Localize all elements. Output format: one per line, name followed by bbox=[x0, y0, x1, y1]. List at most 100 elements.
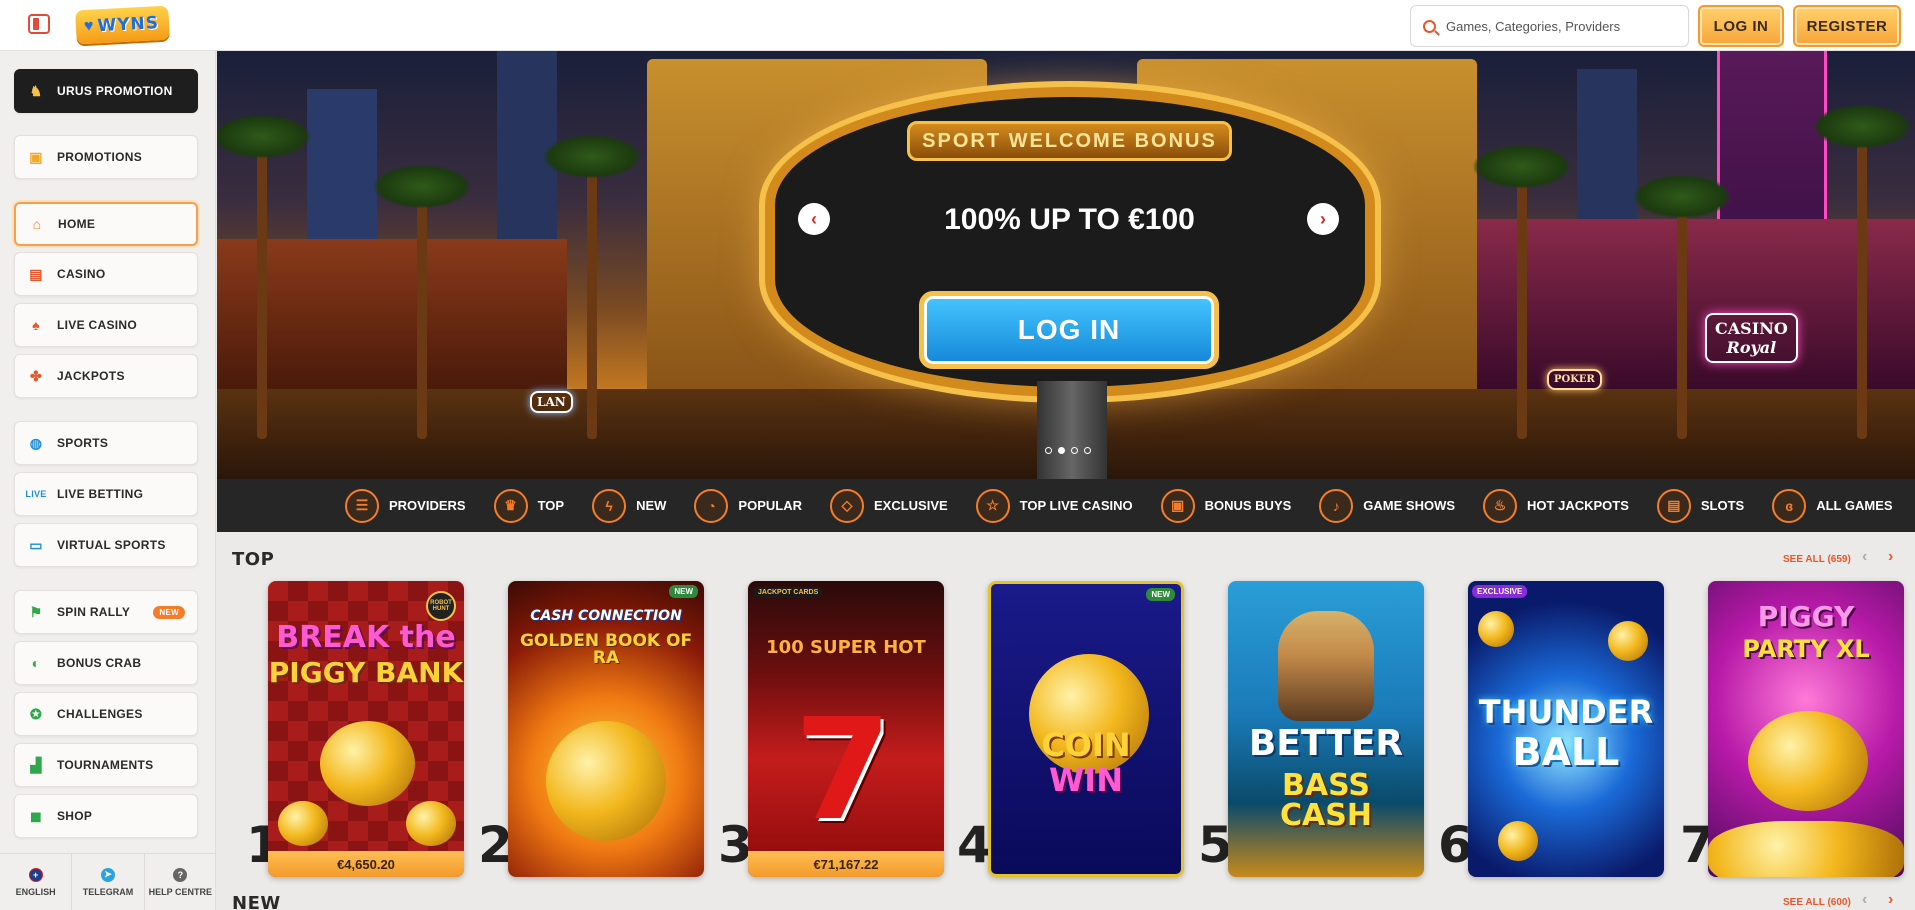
search-input[interactable] bbox=[1446, 18, 1666, 34]
hero-banner[interactable]: CASINO Royal LAN POKER SPORT WELCOME BON… bbox=[217, 51, 1915, 479]
sidebar-item-shop[interactable]: ◼ SHOP bbox=[14, 794, 198, 838]
help-centre-link[interactable]: ? HELP CENTRE bbox=[145, 854, 216, 910]
sidebar-item-tournaments[interactable]: ▟ TOURNAMENTS bbox=[14, 743, 198, 787]
category-label: EXCLUSIVE bbox=[873, 498, 948, 513]
sidebar-item-casino[interactable]: ▤ CASINO bbox=[14, 252, 198, 296]
game-title-line-2: GOLDEN BOOK OF RA bbox=[519, 631, 693, 668]
palm-tree bbox=[1472, 144, 1572, 439]
sidebar-item-live-betting[interactable]: LIVE LIVE BETTING bbox=[14, 472, 198, 516]
casino-royal-sign: CASINO Royal bbox=[1705, 313, 1798, 363]
sidebar-item-label: LIVE BETTING bbox=[57, 487, 144, 501]
category-popular[interactable]: ◔ POPULAR bbox=[694, 488, 802, 523]
see-all-top-link[interactable]: SEE ALL (659) bbox=[1783, 554, 1851, 565]
new-prev-button[interactable]: ‹ bbox=[1862, 891, 1867, 909]
sidebar-item-urus-promotion[interactable]: ♞ URUS PROMOTION bbox=[14, 69, 198, 113]
telegram-link[interactable]: ➤ TELEGRAM bbox=[72, 854, 145, 910]
slide-dot[interactable] bbox=[1071, 447, 1078, 454]
sidebar-item-bonus-crab[interactable]: ◐ BONUS CRAB bbox=[14, 641, 198, 685]
slide-dot[interactable] bbox=[1058, 447, 1065, 454]
game-card-100-super-hot[interactable]: JACKPOT CARDS 100 SUPER HOT 7 €71,167.22 bbox=[748, 581, 944, 877]
sidebar-item-virtual-sports[interactable]: ▭ VIRTUAL SPORTS bbox=[14, 523, 198, 567]
podium-icon: ▟ bbox=[30, 756, 42, 773]
sidebar-item-label: VIRTUAL SPORTS bbox=[57, 538, 166, 552]
sidebar-item-home[interactable]: ⌂ HOME bbox=[14, 202, 198, 246]
game-card-piggy-party-xl[interactable]: PIGGY PARTY XL bbox=[1708, 581, 1904, 877]
site-logo[interactable]: ♥ WYNS bbox=[75, 5, 170, 45]
header-login-button[interactable]: LOG IN bbox=[1698, 5, 1784, 47]
book-of-ra-art bbox=[546, 721, 666, 841]
category-all-games[interactable]: ɞ ALL GAMES bbox=[1772, 488, 1893, 523]
coin-art bbox=[1498, 821, 1538, 861]
sidebar-item-label: HOME bbox=[58, 217, 96, 231]
sidebar-item-live-casino[interactable]: ♠ LIVE CASINO bbox=[14, 303, 198, 347]
fisherman-art bbox=[1278, 611, 1374, 721]
provider-logo: JACKPOT CARDS bbox=[754, 587, 823, 598]
game-title-line-2: BALL bbox=[1512, 730, 1620, 774]
search-box[interactable] bbox=[1410, 5, 1689, 47]
category-label: PROVIDERS bbox=[389, 498, 466, 513]
sidebar-footer: + ENGLISH ➤ TELEGRAM ? HELP CENTRE bbox=[0, 853, 216, 910]
language-selector[interactable]: + ENGLISH bbox=[0, 854, 73, 910]
coin-art bbox=[1608, 621, 1648, 661]
see-all-new-link[interactable]: SEE ALL (600) bbox=[1783, 897, 1851, 908]
category-slots[interactable]: ▤ SLOTS bbox=[1656, 488, 1745, 523]
category-bonus-buys[interactable]: ▣ BONUS BUYS bbox=[1160, 488, 1291, 523]
top-prev-button[interactable]: ‹ bbox=[1862, 548, 1867, 566]
sidebar-item-spin-rally[interactable]: ⚑ SPIN RALLY NEW bbox=[14, 590, 198, 634]
game-title-line-2: PARTY XL bbox=[1742, 635, 1870, 663]
help-icon: ? bbox=[173, 867, 188, 882]
top-next-button[interactable]: › bbox=[1888, 548, 1893, 566]
search-icon bbox=[1423, 19, 1436, 33]
sidebar-item-label: URUS PROMOTION bbox=[57, 84, 173, 98]
basket-icon: ◼ bbox=[30, 807, 42, 824]
slide-dot[interactable] bbox=[1084, 447, 1091, 454]
sidebar-item-jackpots[interactable]: ✤ JACKPOTS bbox=[14, 354, 198, 398]
golden-piggy-art bbox=[278, 801, 328, 846]
category-label: SLOTS bbox=[1700, 498, 1745, 513]
category-top-live-casino[interactable]: ☆ TOP LIVE CASINO bbox=[975, 488, 1133, 523]
category-hot-jackpots[interactable]: ♨ HOT JACKPOTS bbox=[1483, 488, 1629, 523]
game-title-line-1: BREAK the bbox=[276, 620, 456, 655]
category-label: TOP bbox=[537, 498, 565, 513]
star-icon: ☆ bbox=[975, 488, 1010, 523]
category-game-shows[interactable]: ♪ GAME SHOWS bbox=[1319, 488, 1455, 523]
home-icon: ⌂ bbox=[32, 216, 42, 232]
exclusive-badge: EXCLUSIVE bbox=[1472, 585, 1528, 598]
banner-prev-button[interactable]: ‹ bbox=[798, 203, 830, 235]
diamond-icon: ◇ bbox=[829, 488, 864, 523]
category-exclusive[interactable]: ◇ EXCLUSIVE bbox=[829, 488, 948, 523]
game-card-break-the-piggy-bank[interactable]: ROBOT HUNT BREAK the PIGGY BANK €4,650.2… bbox=[268, 581, 464, 877]
lan-sign: LAN bbox=[530, 391, 573, 413]
crab-icon: ◐ bbox=[31, 655, 41, 671]
category-top[interactable]: ♛ TOP bbox=[493, 488, 565, 523]
banner-next-button[interactable]: › bbox=[1307, 203, 1339, 235]
sidebar-item-label: CASINO bbox=[57, 267, 106, 281]
sidebar-item-promotions[interactable]: ▣ PROMOTIONS bbox=[14, 135, 198, 179]
new-badge: NEW bbox=[1146, 588, 1175, 601]
casino-sign-line-1: CASINO bbox=[1715, 319, 1788, 338]
category-new[interactable]: ϟ NEW bbox=[592, 488, 666, 523]
game-card-better-bass-cash[interactable]: BETTER BASS CASH bbox=[1228, 581, 1424, 877]
fire-icon: ◔ bbox=[694, 488, 729, 523]
banner-login-button[interactable]: LOG IN bbox=[919, 291, 1219, 369]
clover-icon: ✤ bbox=[29, 367, 43, 384]
register-button[interactable]: REGISTER bbox=[1793, 5, 1901, 47]
game-card-golden-book-of-ra[interactable]: NEW CASH CONNECTION GOLDEN BOOK OF RA bbox=[508, 581, 704, 877]
palm-tree bbox=[1632, 174, 1732, 439]
sidebar-toggle-icon[interactable] bbox=[28, 14, 50, 34]
sidebar-item-label: SHOP bbox=[57, 809, 93, 823]
game-card-coin-win[interactable]: NEW COIN WIN bbox=[988, 581, 1184, 877]
sidebar-item-challenges[interactable]: ✪ CHALLENGES bbox=[14, 692, 198, 736]
sidebar-item-sports[interactable]: ◍ SPORTS bbox=[14, 421, 198, 465]
game-card-thunder-ball[interactable]: EXCLUSIVE THUNDER BALL bbox=[1468, 581, 1664, 877]
sidebar: ♞ URUS PROMOTION ▣ PROMOTIONS ⌂ HOME ▤ C… bbox=[0, 51, 216, 910]
game-title-line-2: PIGGY BANK bbox=[268, 656, 464, 689]
game-title-line-2: WIN bbox=[1049, 761, 1123, 799]
promo-title: SPORT WELCOME BONUS bbox=[907, 121, 1232, 161]
telegram-icon: ➤ bbox=[100, 867, 115, 882]
language-label: ENGLISH bbox=[15, 886, 56, 897]
category-providers[interactable]: ☰ PROVIDERS bbox=[345, 488, 466, 523]
new-next-button[interactable]: › bbox=[1888, 891, 1893, 909]
slide-dot[interactable] bbox=[1045, 447, 1052, 454]
section-title-new: NEW bbox=[232, 893, 281, 910]
